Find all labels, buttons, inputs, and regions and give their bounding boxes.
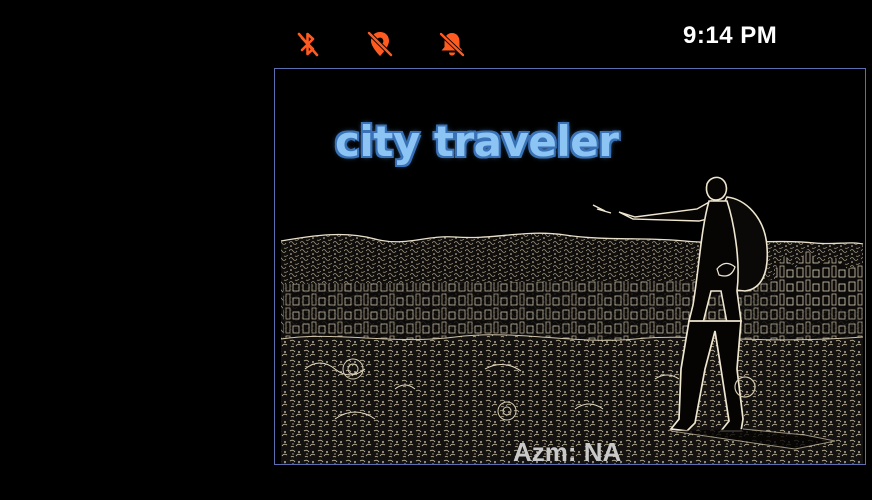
clock: 9:14 PM (683, 22, 778, 49)
app-title: city traveler (335, 117, 619, 166)
camera-view[interactable]: city traveler Azm: NA (274, 68, 866, 465)
location-off-icon (364, 28, 396, 60)
bluetooth-off-icon (292, 28, 324, 60)
notifications-off-icon (436, 28, 468, 60)
status-bar: 9:14 PM (0, 0, 872, 66)
azimuth-readout: Azm: NA (513, 437, 622, 465)
